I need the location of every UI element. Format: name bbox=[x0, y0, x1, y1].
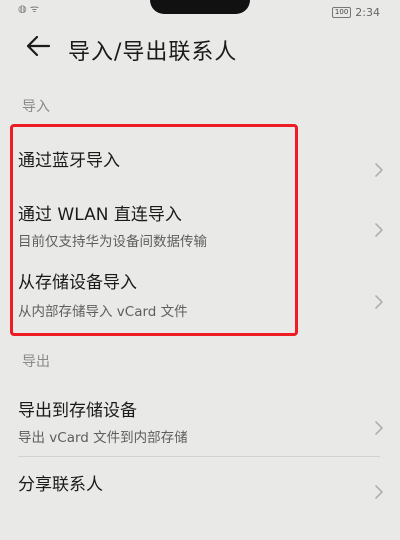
chevron-right-icon bbox=[375, 163, 383, 177]
chevron-right-icon bbox=[375, 295, 383, 309]
status-time: 2:34 bbox=[355, 6, 380, 19]
item-subtitle: 从内部存储导入 vCard 文件 bbox=[18, 304, 188, 320]
status-left-icons: ◍ ᯤ bbox=[18, 4, 40, 15]
camera-notch bbox=[150, 0, 250, 14]
import-storage-device-item[interactable]: 从存储设备导入 从内部存储导入 vCard 文件 bbox=[0, 258, 400, 328]
share-contacts-item[interactable]: 分享联系人 bbox=[0, 460, 400, 520]
import-wlan-direct-item[interactable]: 通过 WLAN 直连导入 目前仅支持华为设备间数据传输 bbox=[0, 190, 400, 254]
export-storage-device-item[interactable]: 导出到存储设备 导出 vCard 文件到内部存储 bbox=[0, 386, 400, 452]
import-bluetooth-item[interactable]: 通过蓝牙导入 bbox=[0, 130, 400, 186]
section-header-import: 导入 bbox=[22, 99, 50, 115]
header: 导入/导出联系人 bbox=[0, 24, 400, 74]
chevron-right-icon bbox=[375, 485, 383, 499]
battery-icon: 100 bbox=[331, 7, 352, 18]
status-bar: ◍ ᯤ 100 2:34 bbox=[0, 0, 400, 24]
item-title: 分享联系人 bbox=[18, 475, 103, 495]
list-divider bbox=[18, 456, 380, 457]
item-title: 通过 WLAN 直连导入 bbox=[18, 205, 182, 225]
item-title: 导出到存储设备 bbox=[18, 401, 137, 421]
back-arrow-icon[interactable] bbox=[24, 34, 52, 58]
page-title: 导入/导出联系人 bbox=[68, 40, 238, 65]
chevron-right-icon bbox=[375, 421, 383, 435]
status-right: 100 2:34 bbox=[331, 6, 380, 19]
item-title: 从存储设备导入 bbox=[18, 273, 137, 293]
section-header-export: 导出 bbox=[22, 354, 50, 370]
item-title: 通过蓝牙导入 bbox=[18, 151, 120, 171]
chevron-right-icon bbox=[375, 223, 383, 237]
item-subtitle: 导出 vCard 文件到内部存储 bbox=[18, 430, 188, 446]
item-subtitle: 目前仅支持华为设备间数据传输 bbox=[18, 234, 207, 250]
